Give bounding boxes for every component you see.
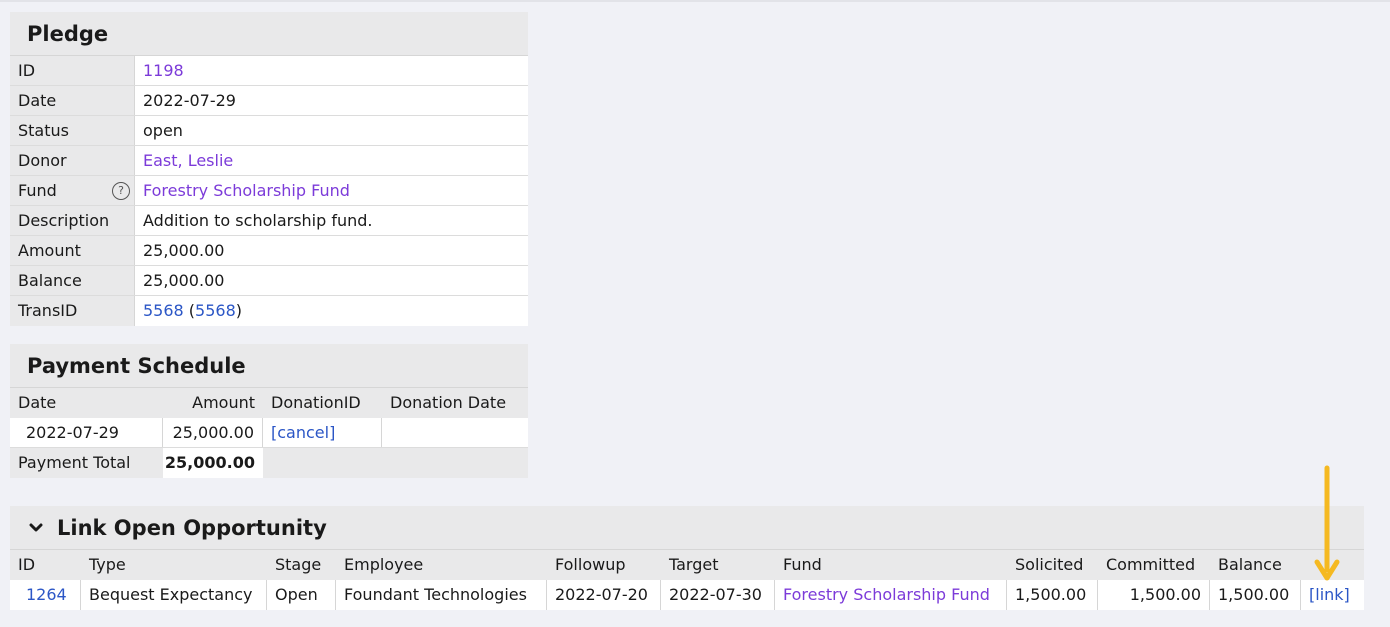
column-header: Followup (555, 555, 626, 574)
schedule-date: 2022-07-29 (10, 418, 163, 447)
field-label: Fund (18, 181, 57, 200)
field-label: Amount (10, 236, 134, 265)
column-header: Fund (783, 555, 822, 574)
chevron-down-icon[interactable] (29, 521, 43, 535)
field-label: Donor (10, 146, 134, 175)
field-label: Balance (10, 266, 134, 295)
opportunity-row: 1264 Bequest Expectancy Open Foundant Te… (10, 580, 1364, 610)
opportunity-type: Bequest Expectancy (81, 580, 267, 610)
pledge-row-fund: Fund ? Forestry Scholarship Fund (10, 176, 528, 206)
opportunity-committed: 1,500.00 (1098, 580, 1210, 610)
top-border (0, 0, 1390, 2)
pledge-id-link[interactable]: 1198 (143, 61, 184, 80)
pledge-row-balance: Balance 25,000.00 (10, 266, 528, 296)
column-header: Employee (344, 555, 424, 574)
opportunity-followup: 2022-07-20 (547, 580, 661, 610)
opportunity-stage: Open (267, 580, 336, 610)
column-header: Balance (1218, 555, 1282, 574)
column-header: DonationID (271, 393, 361, 412)
opportunity-balance: 1,500.00 (1210, 580, 1301, 610)
cancel-link[interactable]: [cancel] (271, 423, 335, 442)
link-opportunity-title: Link Open Opportunity (57, 515, 327, 540)
schedule-header-row: Date Amount DonationID Donation Date (10, 388, 528, 418)
field-label: TransID (10, 296, 134, 326)
column-header: Committed (1106, 555, 1196, 574)
opportunity-target: 2022-07-30 (661, 580, 775, 610)
field-label: Description (10, 206, 134, 235)
help-icon[interactable]: ? (112, 182, 130, 200)
column-header: Stage (275, 555, 322, 574)
payment-total-value: 25,000.00 (163, 448, 263, 478)
column-header: Type (89, 555, 126, 574)
column-header: Solicited (1015, 555, 1084, 574)
pledge-row-status: Status open (10, 116, 528, 146)
pledge-status-value: open (134, 116, 528, 145)
schedule-donation-date (382, 418, 528, 447)
donor-link[interactable]: East, Leslie (143, 151, 233, 170)
column-header: ID (18, 555, 36, 574)
column-header: Amount (192, 393, 255, 412)
pledge-amount-value: 25,000.00 (134, 236, 528, 265)
link-opportunity-header[interactable]: Link Open Opportunity (10, 506, 1364, 550)
opportunity-fund-link[interactable]: Forestry Scholarship Fund (783, 585, 990, 604)
column-header: Date (18, 393, 57, 412)
schedule-total-row: Payment Total 25,000.00 (10, 448, 528, 478)
column-header: Donation Date (390, 393, 507, 412)
fund-link[interactable]: Forestry Scholarship Fund (143, 181, 350, 200)
pledge-description-value: Addition to scholarship fund. (134, 206, 528, 235)
opportunity-solicited: 1,500.00 (1007, 580, 1098, 610)
paren-close: ) (235, 301, 243, 320)
pledge-row-date: Date 2022-07-29 (10, 86, 528, 116)
payment-total-label: Payment Total (18, 453, 131, 472)
payment-schedule-title: Payment Schedule (10, 344, 528, 388)
schedule-row: 2022-07-29 25,000.00 [cancel] (10, 418, 528, 448)
field-label: Date (10, 86, 134, 115)
pledge-panel: Pledge ID 1198 Date 2022-07-29 Status op… (10, 12, 528, 326)
link-opportunity-panel: Link Open Opportunity ID Type Stage Empl… (10, 506, 1364, 610)
opportunity-id-link[interactable]: 1264 (26, 585, 67, 604)
paren-open: ( (183, 301, 196, 320)
pledge-date-value: 2022-07-29 (134, 86, 528, 115)
pledge-row-transid: TransID 5568 (5568) (10, 296, 528, 326)
pledge-row-description: Description Addition to scholarship fund… (10, 206, 528, 236)
opportunity-employee: Foundant Technologies (336, 580, 547, 610)
column-header: Target (669, 555, 719, 574)
transid-link[interactable]: 5568 (143, 301, 184, 320)
pledge-row-donor: Donor East, Leslie (10, 146, 528, 176)
pledge-row-id: ID 1198 (10, 56, 528, 86)
pledge-title: Pledge (10, 12, 528, 56)
arrow-down-icon (1314, 465, 1340, 581)
link-opportunity-button[interactable]: [link] (1309, 585, 1350, 604)
pledge-row-amount: Amount 25,000.00 (10, 236, 528, 266)
transid-secondary-link[interactable]: 5568 (195, 301, 236, 320)
payment-schedule-panel: Payment Schedule Date Amount DonationID … (10, 344, 528, 478)
pledge-balance-value: 25,000.00 (134, 266, 528, 295)
field-label: ID (10, 56, 134, 85)
opportunity-header-row: ID Type Stage Employee Followup Target F… (10, 550, 1364, 580)
schedule-amount: 25,000.00 (163, 418, 263, 447)
field-label: Status (10, 116, 134, 145)
